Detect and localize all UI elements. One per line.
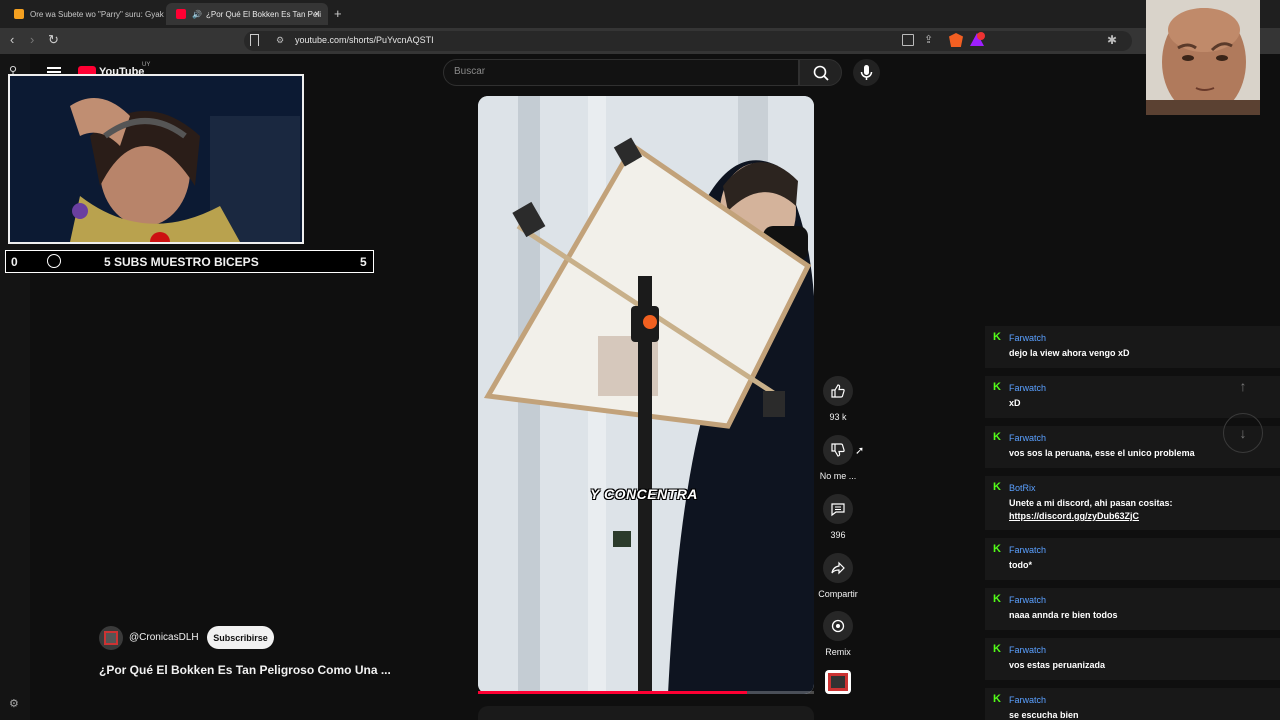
chat-username: Farwatch (1009, 545, 1047, 555)
chat-username: Farwatch (1009, 695, 1047, 705)
tab-label: Ore wa Subete wo "Parry" suru: Gyak (30, 9, 164, 19)
shorts-video-player[interactable] (478, 96, 814, 694)
url-text: youtube.com/shorts/PuYvcnAQSTI (295, 35, 434, 45)
extensions-icon[interactable]: ✱ (1107, 33, 1117, 47)
search-icon (813, 65, 829, 81)
comment-icon (831, 503, 845, 517)
tab-label: ¿Por Qué El Bokken Es Tan Peli (205, 9, 321, 19)
kick-badge-icon: K (993, 381, 1001, 393)
goal-current: 0 (11, 255, 18, 269)
chat-message: vos sos la peruana, esse el unico proble… (1009, 448, 1195, 458)
share-button[interactable] (823, 553, 853, 583)
share-page-icon[interactable]: ⇪ (924, 33, 933, 46)
menu-hamburger-icon[interactable] (47, 67, 61, 69)
tab-parry[interactable]: Ore wa Subete wo "Parry" suru: Gyak (4, 3, 164, 25)
kick-badge-icon: K (993, 643, 1001, 655)
chat-message: xD (1009, 398, 1021, 408)
forward-arrow-icon[interactable]: › (30, 32, 34, 47)
chat-message: Unete a mi discord, ahi pasan cositas: (1009, 498, 1173, 508)
thumbs-down-icon (831, 443, 845, 457)
bookmark-icon[interactable] (250, 34, 259, 46)
subscribe-button[interactable]: Subscribirse (207, 626, 274, 649)
chat-username: Farwatch (1009, 595, 1047, 605)
thumbs-up-icon (831, 384, 845, 398)
kick-badge-icon: K (993, 331, 1001, 343)
region-code: UY (142, 62, 151, 68)
channel-avatar[interactable] (99, 626, 123, 650)
remix-label: Remix (825, 647, 851, 657)
anime-site-favicon-icon (14, 9, 24, 19)
chat-username: BotRix (1009, 483, 1036, 493)
remix-button[interactable] (823, 611, 853, 641)
search-input[interactable] (443, 59, 799, 86)
notification-badge (977, 32, 985, 40)
youtube-favicon-icon (176, 9, 186, 19)
arrow-down-icon: ↓ (1239, 425, 1247, 441)
remix-icon (831, 619, 845, 633)
comments-count: 396 (830, 530, 846, 540)
speaker-icon: 🔊 (192, 9, 202, 19)
share-arrow-icon (831, 561, 845, 575)
voice-search-button[interactable] (853, 59, 880, 86)
previous-short-button[interactable]: ↑ (1223, 366, 1263, 406)
kick-badge-icon: K (993, 693, 1001, 705)
chat-message: vos estas peruanizada (1009, 660, 1106, 670)
chat-username: Farwatch (1009, 383, 1047, 393)
channel-thumb-icon (828, 673, 848, 691)
chat-message: todo* (1009, 560, 1032, 570)
search-button[interactable] (799, 59, 842, 86)
chat-username: Farwatch (1009, 433, 1047, 443)
sound-thumbnail[interactable] (825, 670, 851, 694)
goal-target: 5 (360, 255, 367, 269)
channel-logo-icon (104, 631, 118, 645)
search-placeholder: Buscar (454, 66, 486, 77)
mouse-cursor: ➚ (855, 445, 865, 457)
dislike-button[interactable] (823, 435, 853, 465)
chat-message: dejo la view ahora vengo xD (1009, 348, 1130, 358)
kick-badge-icon: K (993, 593, 1001, 605)
arrow-up-icon: ↑ (1239, 378, 1247, 394)
like-button[interactable] (823, 376, 853, 406)
comments-button[interactable] (823, 494, 853, 524)
goal-title: 5 SUBS MUESTRO BICEPS (104, 255, 259, 269)
site-info-icon[interactable]: ⚙ (276, 35, 284, 46)
share-label: Compartir (818, 589, 858, 599)
video-progress-fill (478, 691, 747, 694)
new-tab-button[interactable]: + (334, 6, 342, 21)
video-caption: Y CONCENTRA (590, 486, 698, 502)
reload-icon[interactable]: ↻ (48, 32, 59, 48)
user-icon (47, 254, 61, 268)
next-short-button[interactable]: ↓ (1223, 413, 1263, 453)
chat-message: naaa annda re bien todos (1009, 610, 1118, 620)
tab-youtube-short[interactable]: 🔊 ¿Por Qué El Bokken Es Tan Peli × (166, 3, 328, 25)
microphone-icon (860, 65, 873, 80)
kick-badge-icon: K (993, 431, 1001, 443)
next-video-preview[interactable] (478, 706, 814, 720)
streamer-webcam (8, 74, 304, 244)
kick-badge-icon: K (993, 543, 1001, 555)
channel-handle[interactable]: @CronicasDLH (129, 632, 199, 643)
chat-link[interactable]: https://discord.gg/zyDub63ZjC (1009, 511, 1139, 521)
reaction-face-image (1146, 0, 1260, 115)
back-arrow-icon[interactable]: ‹ (10, 32, 14, 47)
kick-badge-icon: K (993, 481, 1001, 493)
cast-icon[interactable] (902, 34, 914, 46)
settings-gear-icon[interactable]: ⚙ (9, 697, 19, 710)
dislike-label: No me ... (819, 471, 857, 481)
close-tab-icon[interactable]: × (314, 9, 320, 20)
chat-username: Farwatch (1009, 333, 1047, 343)
video-title[interactable]: ¿Por Qué El Bokken Es Tan Peligroso Como… (99, 663, 391, 677)
like-count: 93 k (829, 412, 847, 422)
chat-message: se escucha bien (1009, 710, 1079, 720)
chat-username: Farwatch (1009, 645, 1047, 655)
